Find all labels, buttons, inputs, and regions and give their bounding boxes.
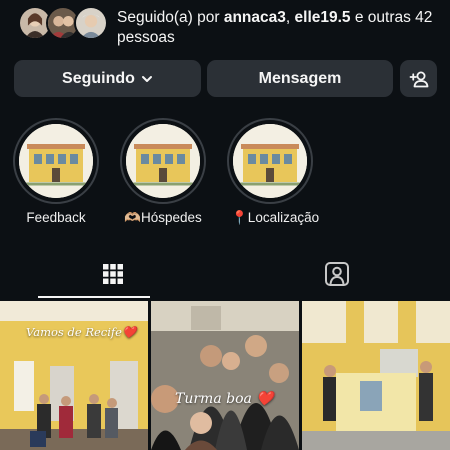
tagged-person-icon <box>325 262 349 286</box>
highlight-location[interactable]: 📍Localização <box>225 118 320 226</box>
post-thumbnail[interactable]: Turma boa ❤️ <box>151 301 299 450</box>
follower-username[interactable]: elle19.5 <box>295 9 351 26</box>
chevron-down-icon <box>141 75 152 82</box>
tab-posts-grid[interactable] <box>38 252 188 296</box>
highlight-label: 📍Localização <box>231 210 320 225</box>
following-label: Seguindo <box>62 69 135 87</box>
post-caption: Vamos de Recife❤️ <box>26 325 137 339</box>
highlight-ring <box>227 118 313 204</box>
highlight-ring <box>13 118 99 204</box>
highlight-guests[interactable]: 🫶🏼Hóspedes <box>118 118 208 226</box>
post-image <box>151 301 299 450</box>
followed-by-text[interactable]: Seguido(a) por annaca3, elle19.5 e outra… <box>117 8 437 48</box>
highlight-feedback[interactable]: Feedback <box>11 118 101 225</box>
highlight-label: Feedback <box>26 210 86 225</box>
message-label: Mensagem <box>258 69 342 87</box>
post-image <box>302 301 450 450</box>
followed-by-prefix: Seguido(a) por <box>117 9 224 26</box>
highlight-label: 🫶🏼Hóspedes <box>124 210 202 225</box>
followed-by-separator: , <box>285 9 295 26</box>
highlight-cover-image <box>233 124 307 198</box>
followed-by-row[interactable]: Seguido(a) por annaca3, elle19.5 e outra… <box>0 0 450 52</box>
post-image <box>0 301 148 450</box>
add-person-icon <box>409 71 428 87</box>
tab-tagged[interactable] <box>262 252 412 296</box>
post-thumbnail[interactable]: Vamos de Recife❤️ <box>0 301 148 450</box>
active-tab-indicator <box>38 296 150 298</box>
grid-icon <box>103 264 123 284</box>
highlight-cover-image <box>19 124 93 198</box>
message-button[interactable]: Mensagem <box>207 60 393 97</box>
suggested-accounts-button[interactable] <box>400 60 437 97</box>
avatar[interactable] <box>74 6 108 40</box>
post-caption: Turma boa ❤️ <box>175 391 274 407</box>
follower-username[interactable]: annaca3 <box>224 9 286 26</box>
post-thumbnail[interactable] <box>302 301 450 450</box>
highlight-ring <box>120 118 206 204</box>
highlight-cover-image <box>126 124 200 198</box>
following-button[interactable]: Seguindo <box>14 60 201 97</box>
